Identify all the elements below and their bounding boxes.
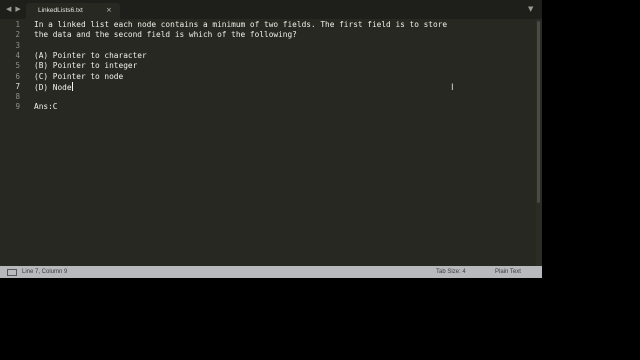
chevron-right-icon[interactable]: ▶ <box>15 3 20 15</box>
line-number: 5 <box>15 61 20 71</box>
cursor-position: Line 7, Column 9 <box>22 269 68 275</box>
editor-window: ◀ ▶ LinkedLists6.txt × ▼ 1 2 3 4 5 6 7 8… <box>0 0 542 278</box>
line-number: 8 <box>15 92 20 102</box>
tab-title: LinkedLists6.txt <box>38 7 83 14</box>
code-line-text: (D) Node <box>34 82 72 92</box>
scrollbar-thumb[interactable] <box>537 21 540 203</box>
chevron-down-icon[interactable]: ▼ <box>528 5 533 13</box>
code-line: (B) Pointer to integer <box>34 61 138 71</box>
line-number: 6 <box>15 71 20 81</box>
line-number-gutter: 1 2 3 4 5 6 7 8 9 <box>0 19 24 266</box>
line-number: 3 <box>15 40 20 50</box>
text-caret <box>71 81 73 91</box>
line-number: 4 <box>15 50 20 60</box>
status-bar: Line 7, Column 9 Tab Size: 4 Plain Text <box>0 266 542 278</box>
code-area[interactable]: In a linked list each node contains a mi… <box>34 19 530 266</box>
code-line: (C) Pointer to node <box>34 71 124 81</box>
text-cursor-icon: I <box>451 83 454 93</box>
code-line: Ans:C <box>34 102 58 112</box>
line-number: 2 <box>15 30 20 40</box>
code-line-current: (D) Node <box>34 81 73 93</box>
line-number: 1 <box>15 20 20 29</box>
syntax-selector[interactable]: Plain Text <box>495 267 521 277</box>
code-line: In a linked list each node contains a mi… <box>34 20 448 29</box>
code-line: (A) Pointer to character <box>34 50 147 60</box>
code-line: the data and the second field is which o… <box>34 30 297 40</box>
tab-navigation: ◀ ▶ <box>6 3 21 15</box>
line-number-current: 7 <box>15 81 20 91</box>
panel-toggle-icon[interactable] <box>7 269 17 276</box>
chevron-left-icon[interactable]: ◀ <box>6 3 11 15</box>
text-editor[interactable]: 1 2 3 4 5 6 7 8 9 In a linked list each … <box>0 19 542 266</box>
file-tab[interactable]: LinkedLists6.txt × <box>26 3 120 19</box>
close-icon[interactable]: × <box>106 6 112 14</box>
tab-bar: ◀ ▶ LinkedLists6.txt × ▼ <box>0 0 542 19</box>
line-number: 9 <box>15 102 20 112</box>
vertical-scrollbar[interactable] <box>536 19 542 266</box>
tab-size-selector[interactable]: Tab Size: 4 <box>436 267 466 277</box>
